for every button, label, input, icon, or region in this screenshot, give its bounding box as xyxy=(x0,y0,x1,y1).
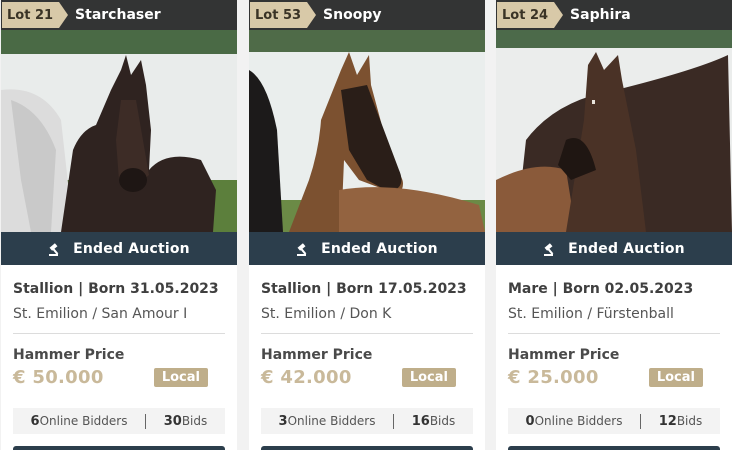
online-bidders: 3 Online Bidders xyxy=(261,414,393,429)
hammer-price: € 42.000 xyxy=(261,367,352,388)
horse-name[interactable]: Saphira xyxy=(570,7,631,23)
online-bidders: 6 Online Bidders xyxy=(13,414,145,429)
lot-number-tag: Lot 24 xyxy=(497,2,564,28)
online-bidders-label: Online Bidders xyxy=(534,414,623,428)
lot-header: Lot 24 Saphira xyxy=(496,0,732,30)
horse-photo[interactable] xyxy=(496,30,732,232)
buyer-badge: Local xyxy=(648,368,703,387)
lot-card[interactable]: Lot 24 Saphira Ended Auction Mare | Born… xyxy=(496,0,732,450)
online-bidders-count: 0 xyxy=(525,413,535,429)
total-bids: 30 Bids xyxy=(146,414,225,429)
lot-card[interactable]: Lot 53 Snoopy Ended Auction Stallion | B… xyxy=(249,0,485,450)
buyer-badge: Local xyxy=(153,368,208,387)
gavel-icon xyxy=(297,242,307,256)
sex-and-birthdate: Stallion | Born 17.05.2023 xyxy=(261,281,467,297)
online-bidders-count: 6 xyxy=(30,413,40,429)
price-row: € 50.000 Local xyxy=(13,367,225,388)
auction-lot-list: Lot 21 Starchaser Ended Auction Stallion… xyxy=(0,0,732,450)
bid-label: Bids xyxy=(181,414,208,428)
auction-status-bar: Ended Auction xyxy=(1,232,237,265)
sex-and-birthdate: Stallion | Born 31.05.2023 xyxy=(13,281,219,297)
bid-label: Bids xyxy=(429,414,456,428)
price-row: € 42.000 Local xyxy=(261,367,473,388)
bid-stats: 6 Online Bidders 30 Bids xyxy=(13,408,225,434)
lot-details-button[interactable] xyxy=(508,446,720,450)
lot-card[interactable]: Lot 21 Starchaser Ended Auction Stallion… xyxy=(1,0,237,450)
pedigree: St. Emilion / San Amour I xyxy=(13,306,225,334)
hammer-price-label: Hammer Price xyxy=(261,347,373,363)
lot-info: Mare | Born 02.05.2023 St. Emilion / Für… xyxy=(508,265,720,388)
hammer-price-label: Hammer Price xyxy=(13,347,125,363)
lot-number-tag: Lot 53 xyxy=(250,2,317,28)
pedigree: St. Emilion / Fürstenball xyxy=(508,306,720,334)
auction-status-bar: Ended Auction xyxy=(496,232,732,265)
bid-stats: 0 Online Bidders 12 Bids xyxy=(508,408,720,434)
lot-header: Lot 53 Snoopy xyxy=(249,0,485,30)
lot-info: Stallion | Born 17.05.2023 St. Emilion /… xyxy=(261,265,473,388)
horse-name[interactable]: Snoopy xyxy=(323,7,381,23)
price-row: € 25.000 Local xyxy=(508,367,720,388)
gavel-icon xyxy=(49,242,59,256)
total-bids: 12 Bids xyxy=(641,414,720,429)
total-bids: 16 Bids xyxy=(394,414,473,429)
buyer-badge: Local xyxy=(401,368,456,387)
pedigree: St. Emilion / Don K xyxy=(261,306,473,334)
lot-number-tag: Lot 21 xyxy=(2,2,69,28)
horse-name[interactable]: Starchaser xyxy=(75,7,161,23)
hammer-price: € 25.000 xyxy=(508,367,599,388)
online-bidders-count: 3 xyxy=(278,413,288,429)
lot-info: Stallion | Born 31.05.2023 St. Emilion /… xyxy=(13,265,225,388)
bid-count: 12 xyxy=(658,413,677,429)
auction-status-label: Ended Auction xyxy=(73,240,190,257)
lot-details-button[interactable] xyxy=(261,446,473,450)
hammer-price-label: Hammer Price xyxy=(508,347,620,363)
online-bidders: 0 Online Bidders xyxy=(508,414,640,429)
hammer-price: € 50.000 xyxy=(13,367,104,388)
horse-photo[interactable] xyxy=(1,30,237,232)
sex-and-birthdate: Mare | Born 02.05.2023 xyxy=(508,281,694,297)
lot-details-button[interactable] xyxy=(13,446,225,450)
auction-status-label: Ended Auction xyxy=(568,240,685,257)
lot-header: Lot 21 Starchaser xyxy=(1,0,237,30)
bid-label: Bids xyxy=(676,414,703,428)
online-bidders-label: Online Bidders xyxy=(287,414,376,428)
bid-count: 16 xyxy=(411,413,430,429)
bid-count: 30 xyxy=(163,413,182,429)
bid-stats: 3 Online Bidders 16 Bids xyxy=(261,408,473,434)
gavel-icon xyxy=(544,242,554,256)
online-bidders-label: Online Bidders xyxy=(39,414,128,428)
auction-status-label: Ended Auction xyxy=(321,240,438,257)
auction-status-bar: Ended Auction xyxy=(249,232,485,265)
horse-photo[interactable] xyxy=(249,30,485,232)
